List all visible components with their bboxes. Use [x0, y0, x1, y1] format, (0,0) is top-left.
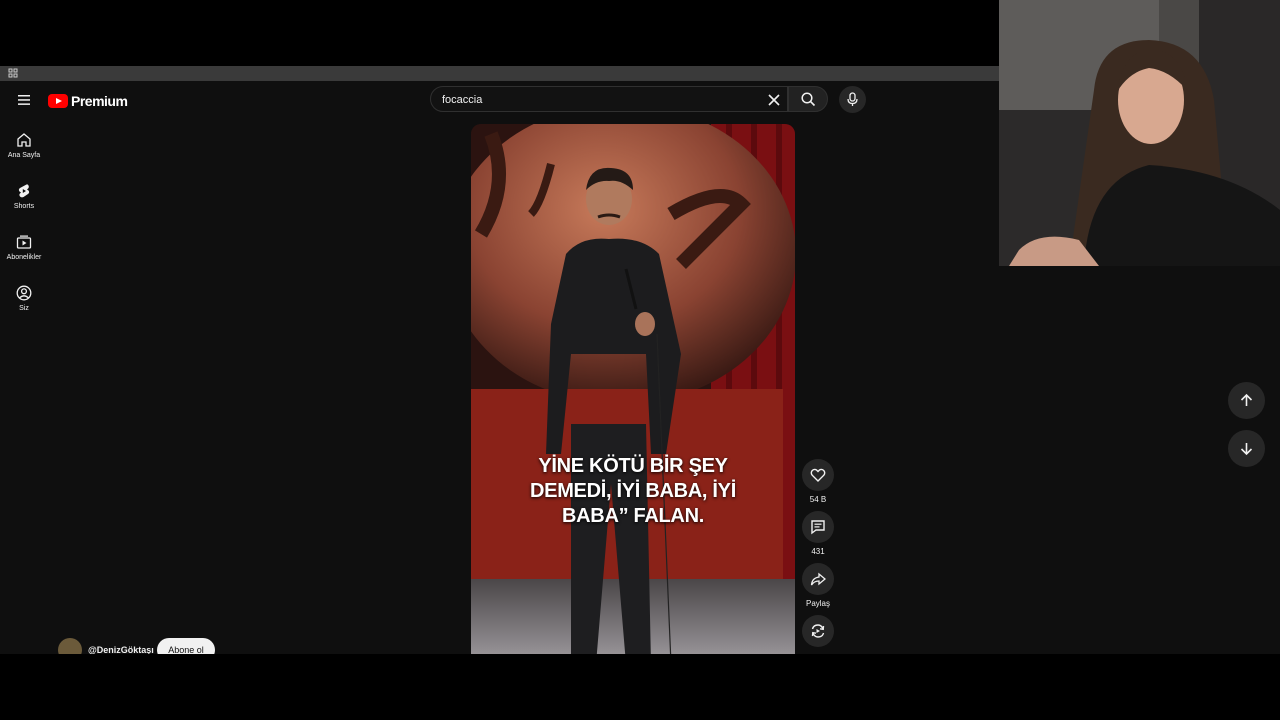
account-icon [16, 285, 32, 301]
like-button[interactable]: 54 B [802, 459, 834, 504]
arrow-down-icon [1240, 443, 1253, 456]
sidebar-item-you[interactable]: Siz [0, 285, 48, 329]
search-input[interactable] [440, 91, 764, 109]
share-arrow-icon [810, 572, 826, 586]
video-caption: YİNE KÖTÜ BİR ŞEY DEMEDİ, İYİ BABA, İYİ … [471, 454, 795, 529]
arrow-up-icon [1240, 393, 1253, 406]
shorts-icon [18, 184, 30, 198]
webcam-overlay [999, 0, 1280, 266]
share-button[interactable]: Paylaş [802, 563, 834, 608]
subscribe-button[interactable]: Abone ol [157, 638, 215, 654]
caption-line-3: BABA” FALAN. [562, 505, 704, 527]
like-count: 54 B [809, 495, 827, 504]
previous-short-button[interactable] [1228, 382, 1265, 419]
youtube-play-icon [48, 94, 68, 108]
channel-handle[interactable]: @DenizGöktaşı [88, 645, 154, 654]
voice-search-button[interactable] [839, 86, 866, 113]
sidebar-item-home[interactable]: Ana Sayfa [0, 132, 48, 176]
comment-count: 431 [811, 547, 825, 556]
caption-line-1: YİNE KÖTÜ BİR ŞEY [538, 455, 728, 477]
search-button[interactable] [788, 86, 828, 112]
video-frame-image [471, 124, 795, 654]
remix-circle[interactable] [802, 615, 834, 647]
search-box[interactable] [430, 86, 788, 112]
like-circle[interactable] [802, 459, 834, 491]
sidebar-item-label: Ana Sayfa [7, 152, 41, 159]
shorts-video-player[interactable]: YİNE KÖTÜ BİR ŞEY DEMEDİ, İYİ BABA, İYİ … [471, 124, 795, 654]
comment-button[interactable]: 431 [802, 511, 834, 556]
remix-button[interactable] [802, 615, 834, 647]
microphone-icon [847, 92, 858, 106]
hamburger-menu-icon[interactable] [16, 92, 32, 108]
sidebar-item-label: Siz [19, 305, 29, 312]
sidebar-item-subscriptions[interactable]: Abonelikler [0, 234, 48, 278]
search-icon [801, 92, 816, 107]
sidebar-item-label: Shorts [13, 203, 35, 210]
youtube-premium-logo[interactable]: Premium [48, 92, 128, 110]
sidebar-item-label: Abonelikler [6, 254, 42, 261]
next-short-button[interactable] [1228, 430, 1265, 467]
apps-grid-icon[interactable] [8, 67, 19, 78]
letterbox-bottom [0, 654, 1280, 720]
subscriptions-icon [16, 235, 32, 249]
home-icon [17, 133, 31, 147]
browser-toolbar [0, 66, 999, 81]
share-label: Paylaş [805, 599, 830, 608]
comment-icon [811, 520, 825, 535]
webcam-image [999, 0, 1280, 266]
logo-text: Premium [71, 93, 128, 109]
clear-search-icon[interactable] [766, 92, 782, 108]
sidebar-item-shorts[interactable]: Shorts [0, 183, 48, 227]
channel-avatar[interactable] [58, 638, 82, 654]
remix-icon [811, 624, 825, 638]
caption-line-2: DEMEDİ, İYİ BABA, İYİ [530, 480, 736, 502]
comment-circle[interactable] [802, 511, 834, 543]
heart-icon [810, 468, 826, 482]
share-circle[interactable] [802, 563, 834, 595]
